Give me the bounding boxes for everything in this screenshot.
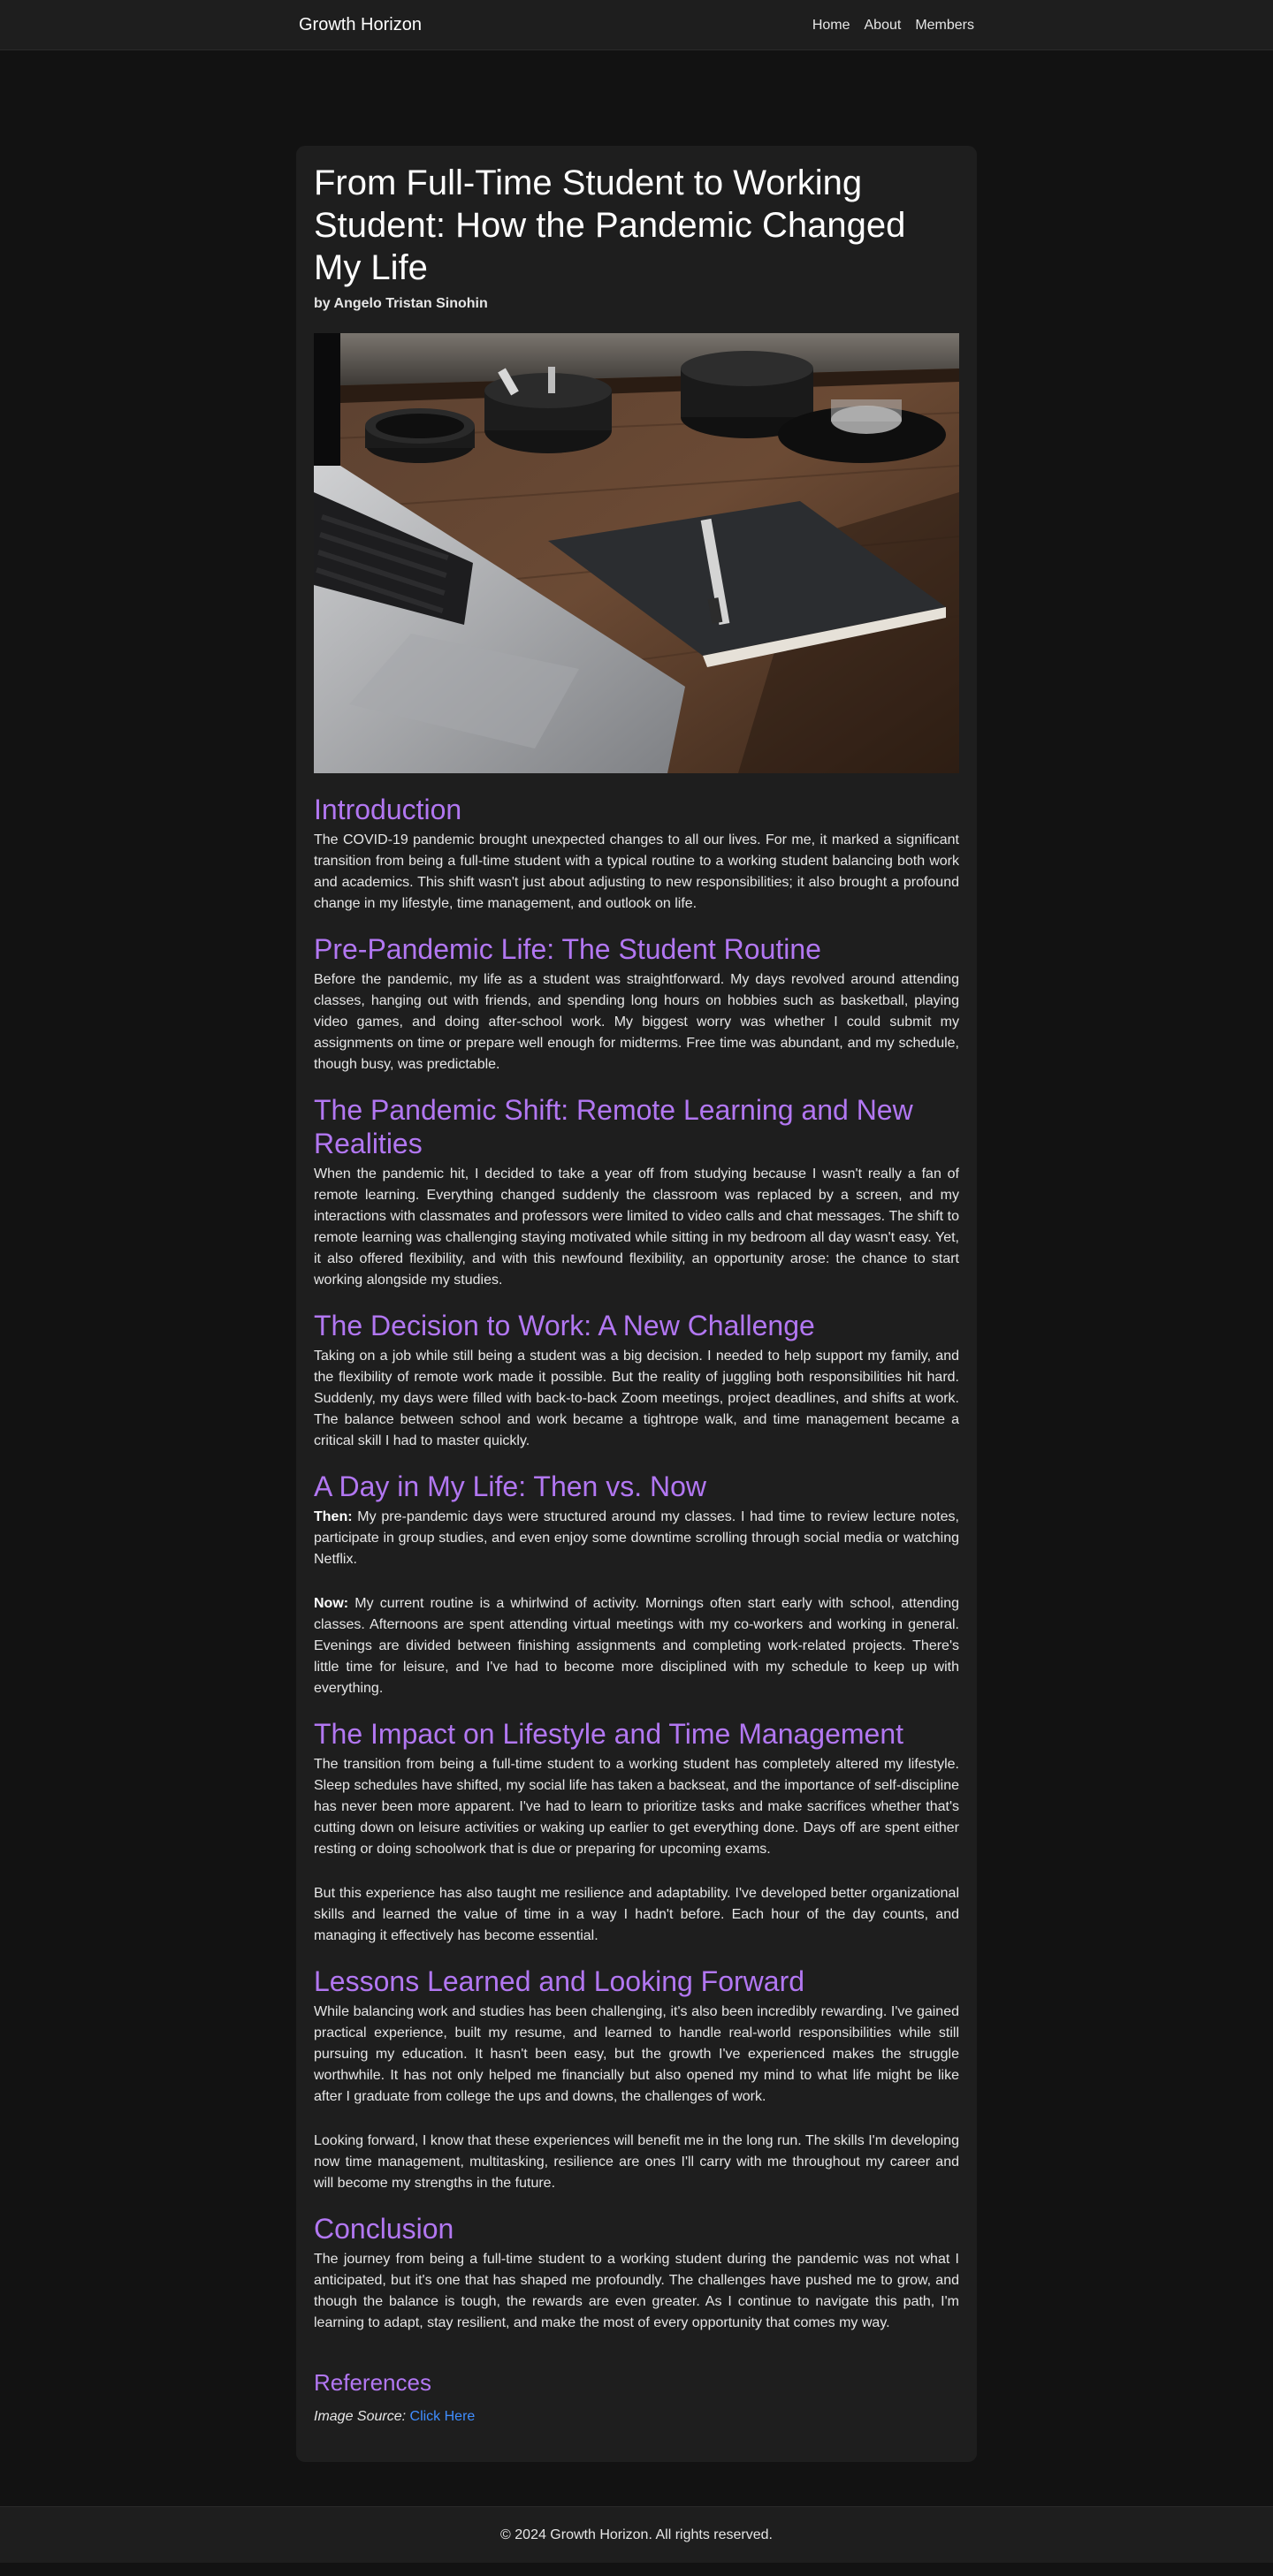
- section-heading: Introduction: [314, 794, 462, 825]
- section-day-in-my-life: A Day in My Life: Then vs. Now Then: My …: [314, 1470, 959, 1699]
- now-text: My current routine is a whirlwind of act…: [314, 1596, 959, 1696]
- section-paragraph: Taking on a job while still being a stud…: [314, 1349, 959, 1448]
- hero-image: [314, 333, 959, 773]
- nav-link-about[interactable]: About: [865, 18, 902, 34]
- section-lessons: Lessons Learned and Looking Forward Whil…: [314, 1964, 959, 2194]
- section-paragraph: The transition from being a full-time st…: [314, 1757, 959, 1857]
- image-source-label: Image Source:: [314, 2409, 407, 2424]
- image-source-link[interactable]: Click Here: [410, 2409, 476, 2424]
- section-pandemic-shift: The Pandemic Shift: Remote Learning and …: [314, 1093, 959, 1291]
- section-decision-to-work: The Decision to Work: A New Challenge Ta…: [314, 1309, 959, 1452]
- section-paragraph: Before the pandemic, my life as a studen…: [314, 972, 959, 1072]
- now-label: Now:: [314, 1596, 349, 1611]
- desk-photo-illustration: [314, 333, 959, 773]
- then-text: My pre-pandemic days were structured aro…: [314, 1509, 959, 1567]
- section-impact: The Impact on Lifestyle and Time Managem…: [314, 1717, 959, 1947]
- section-heading: Pre-Pandemic Life: The Student Routine: [314, 933, 821, 965]
- section-heading: A Day in My Life: Then vs. Now: [314, 1470, 707, 1502]
- section-references: References Image Source: Click Here: [314, 2369, 959, 2425]
- section-heading: Conclusion: [314, 2213, 454, 2245]
- brand-logo-link[interactable]: Growth Horizon: [299, 15, 422, 35]
- nav-link-home[interactable]: Home: [812, 18, 850, 34]
- copyright-text: © 2024 Growth Horizon. All rights reserv…: [500, 2527, 773, 2542]
- section-heading: The Decision to Work: A New Challenge: [314, 1310, 815, 1341]
- section-heading: Lessons Learned and Looking Forward: [314, 1965, 805, 1997]
- article-byline: by Angelo Tristan Sinohin: [314, 296, 488, 311]
- nav-links: Home About Members: [812, 18, 974, 34]
- section-paragraph: The COVID-19 pandemic brought unexpected…: [314, 832, 959, 911]
- section-introduction: Introduction The COVID-19 pandemic broug…: [314, 793, 959, 915]
- section-conclusion: Conclusion The journey from being a full…: [314, 2212, 959, 2334]
- section-paragraph: Looking forward, I know that these exper…: [314, 2133, 959, 2191]
- article-card: From Full-Time Student to Working Studen…: [296, 146, 977, 2462]
- then-paragraph: Then: My pre-pandemic days were structur…: [314, 1507, 959, 1570]
- references-heading: References: [314, 2369, 431, 2396]
- top-navbar: Growth Horizon Home About Members: [0, 0, 1273, 50]
- section-heading: The Impact on Lifestyle and Time Managem…: [314, 1718, 904, 1750]
- now-paragraph: Now: My current routine is a whirlwind o…: [314, 1593, 959, 1699]
- nav-link-members[interactable]: Members: [915, 18, 974, 34]
- article-title: From Full-Time Student to Working Studen…: [314, 163, 906, 287]
- section-heading: The Pandemic Shift: Remote Learning and …: [314, 1094, 913, 1159]
- section-pre-pandemic: Pre-Pandemic Life: The Student Routine B…: [314, 932, 959, 1075]
- section-paragraph: But this experience has also taught me r…: [314, 1886, 959, 1943]
- section-paragraph: When the pandemic hit, I decided to take…: [314, 1166, 959, 1288]
- page-footer: © 2024 Growth Horizon. All rights reserv…: [0, 2506, 1273, 2563]
- then-label: Then:: [314, 1509, 353, 1524]
- section-paragraph: The journey from being a full-time stude…: [314, 2252, 959, 2330]
- navbar-inner: Growth Horizon Home About Members: [299, 0, 974, 50]
- section-paragraph: While balancing work and studies has bee…: [314, 2004, 959, 2104]
- image-source: Image Source: Click Here: [314, 2409, 959, 2425]
